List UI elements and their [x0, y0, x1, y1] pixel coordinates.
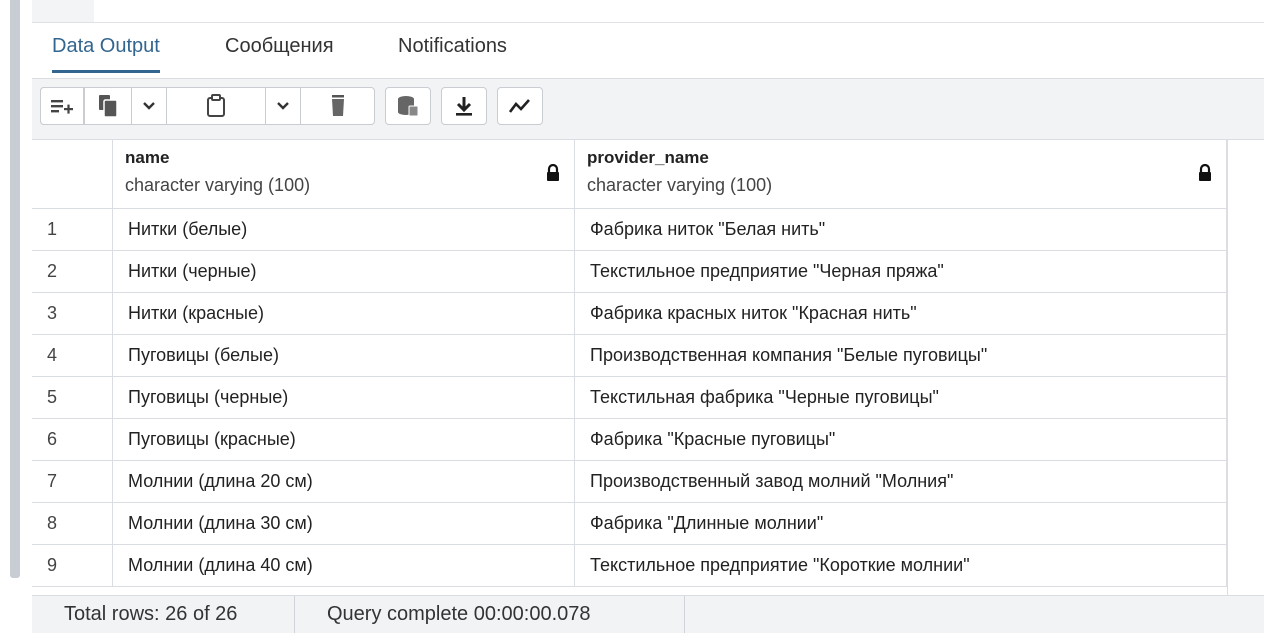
chevron-down-icon — [277, 102, 289, 110]
add-row-icon — [51, 100, 73, 114]
save-data-icon — [398, 96, 419, 117]
cell-provider-name[interactable]: Производственный завод молний "Молния" — [575, 461, 1227, 502]
cell-provider-name[interactable]: Фабрика "Длинные молнии" — [575, 503, 1227, 544]
row-number: 5 — [32, 377, 113, 418]
grid-header: name character varying (100) provider_na… — [32, 140, 1227, 209]
table-row[interactable]: 3 Нитки (красные) Фабрика красных ниток … — [32, 293, 1227, 335]
cell-name[interactable]: Пуговицы (красные) — [113, 419, 575, 460]
data-toolbar — [32, 79, 1264, 140]
cell-provider-name[interactable]: Текстильное предприятие "Короткие молнии… — [575, 545, 1227, 586]
result-tabs: Data Output Сообщения Notifications — [32, 23, 1264, 79]
tab-messages[interactable]: Сообщения — [225, 35, 334, 70]
left-panel-scrollbar[interactable] — [10, 0, 20, 578]
download-button[interactable] — [441, 87, 487, 125]
row-number: 6 — [32, 419, 113, 460]
total-rows-status: Total rows: 26 of 26 — [32, 596, 295, 633]
cell-provider-name[interactable]: Фабрика "Красные пуговицы" — [575, 419, 1227, 460]
table-row[interactable]: 5 Пуговицы (черные) Текстильная фабрика … — [32, 377, 1227, 419]
cell-name[interactable]: Молнии (длина 40 см) — [113, 545, 575, 586]
copy-options-dropdown[interactable] — [132, 87, 166, 125]
tab-notifications[interactable]: Notifications — [398, 35, 507, 70]
top-panel-strip — [32, 0, 94, 22]
cell-provider-name[interactable]: Текстильная фабрика "Черные пуговицы" — [575, 377, 1227, 418]
lock-icon — [547, 164, 559, 181]
query-status: Query complete 00:00:00.078 — [295, 596, 685, 633]
column-header-name[interactable]: name character varying (100) — [113, 140, 575, 208]
lock-icon — [1199, 164, 1211, 181]
data-grid: name character varying (100) provider_na… — [32, 140, 1227, 587]
cell-provider-name[interactable]: Производственная компания "Белые пуговиц… — [575, 335, 1227, 376]
chevron-down-icon — [143, 102, 155, 110]
cell-name[interactable]: Нитки (черные) — [113, 251, 575, 292]
cell-name[interactable]: Молнии (длина 20 см) — [113, 461, 575, 502]
cell-name[interactable]: Нитки (белые) — [113, 209, 575, 250]
graph-icon — [509, 99, 530, 113]
status-bar: Total rows: 26 of 26 Query complete 00:0… — [32, 595, 1264, 633]
save-data-button[interactable] — [385, 87, 431, 125]
row-number: 2 — [32, 251, 113, 292]
table-row[interactable]: 7 Молнии (длина 20 см) Производственный … — [32, 461, 1227, 503]
column-name: provider_name — [587, 148, 709, 167]
download-icon — [456, 97, 472, 116]
cell-name[interactable]: Нитки (красные) — [113, 293, 575, 334]
copy-icon — [99, 95, 118, 118]
left-gap — [20, 0, 32, 633]
row-number: 9 — [32, 545, 113, 586]
column-type: character varying (100) — [587, 175, 773, 195]
copy-button[interactable] — [85, 87, 131, 125]
cell-provider-name[interactable]: Текстильное предприятие "Черная пряжа" — [575, 251, 1227, 292]
paste-options-dropdown[interactable] — [266, 87, 300, 125]
delete-button[interactable] — [301, 87, 375, 125]
table-row[interactable]: 1 Нитки (белые) Фабрика ниток "Белая нит… — [32, 209, 1227, 251]
row-number: 4 — [32, 335, 113, 376]
column-name: name — [125, 148, 170, 167]
row-number: 8 — [32, 503, 113, 544]
table-row[interactable]: 9 Молнии (длина 40 см) Текстильное предп… — [32, 545, 1227, 587]
tab-data-output[interactable]: Data Output — [52, 35, 160, 73]
paste-icon — [207, 94, 225, 117]
paste-button[interactable] — [167, 87, 265, 125]
column-header-provider-name[interactable]: provider_name character varying (100) — [575, 140, 1227, 208]
table-row[interactable]: 8 Молнии (длина 30 см) Фабрика "Длинные … — [32, 503, 1227, 545]
cell-name[interactable]: Молнии (длина 30 см) — [113, 503, 575, 544]
add-row-button[interactable] — [40, 87, 84, 125]
table-row[interactable]: 6 Пуговицы (красные) Фабрика "Красные пу… — [32, 419, 1227, 461]
table-row[interactable]: 2 Нитки (черные) Текстильное предприятие… — [32, 251, 1227, 293]
cell-name[interactable]: Пуговицы (белые) — [113, 335, 575, 376]
cell-name[interactable]: Пуговицы (черные) — [113, 377, 575, 418]
grid-right-border — [1227, 140, 1228, 595]
column-type: character varying (100) — [125, 175, 311, 195]
cell-provider-name[interactable]: Фабрика ниток "Белая нить" — [575, 209, 1227, 250]
row-number: 3 — [32, 293, 113, 334]
delete-icon — [332, 95, 344, 116]
row-number: 1 — [32, 209, 113, 250]
graph-visualiser-button[interactable] — [497, 87, 543, 125]
row-number-header — [32, 140, 113, 208]
table-row[interactable]: 4 Пуговицы (белые) Производственная комп… — [32, 335, 1227, 377]
cell-provider-name[interactable]: Фабрика красных ниток "Красная нить" — [575, 293, 1227, 334]
row-number: 7 — [32, 461, 113, 502]
